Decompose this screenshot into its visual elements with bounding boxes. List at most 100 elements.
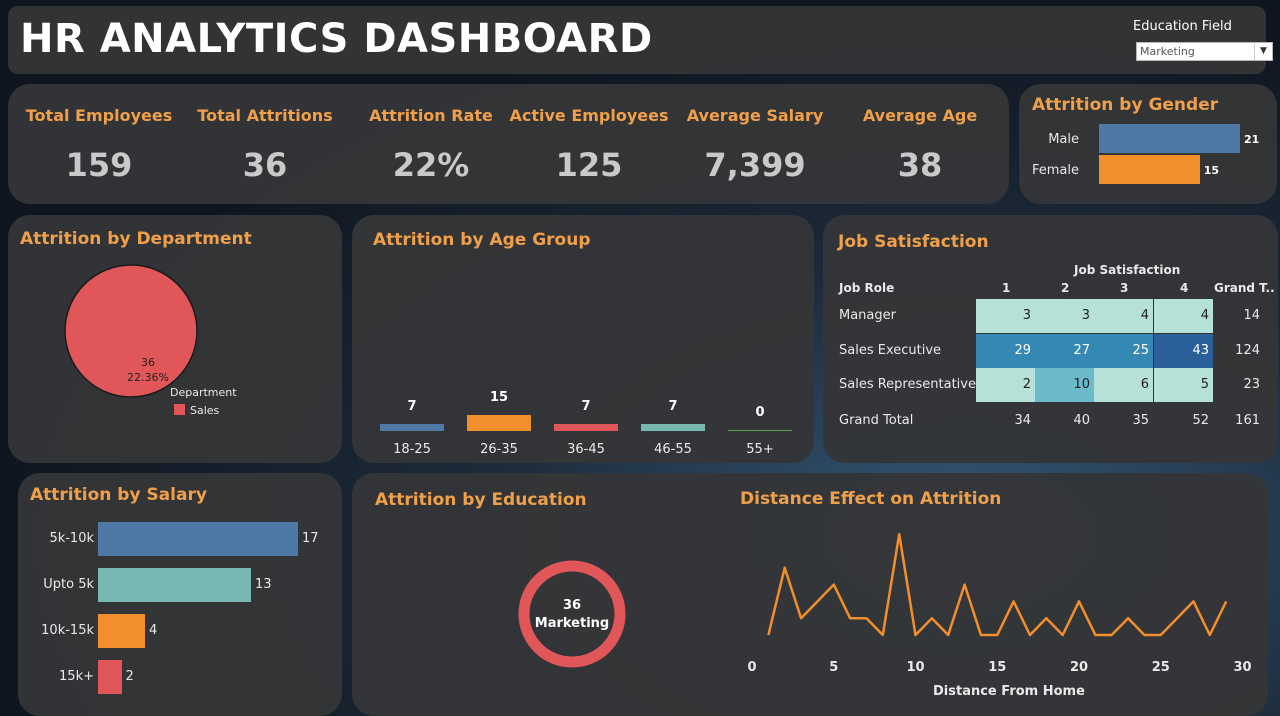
age-axis-label: 26-35	[480, 442, 518, 457]
gender-bar-value: 21	[1244, 133, 1260, 146]
heatmap-column-label: 2	[1061, 281, 1070, 295]
department-chart-panel: Attrition by Department 36 22.36% Depart…	[8, 215, 342, 463]
kpi-average-salary: Average Salary 7,399	[672, 84, 838, 204]
distance-x-tick: 20	[1069, 660, 1089, 675]
kpi-value: 125	[555, 146, 623, 184]
kpi-label: Active Employees	[509, 106, 669, 125]
age-group-chart-title: Attrition by Age Group	[373, 230, 591, 250]
heatmap-row-total: 23	[1243, 377, 1260, 392]
heatmap-cell[interactable]: 3	[1035, 299, 1094, 333]
heatmap-grand-total-value: 40	[1073, 413, 1090, 428]
heatmap-row-label: Sales Representative	[839, 377, 976, 392]
age-bar-36-45[interactable]	[554, 423, 618, 431]
salary-label-15k: 15k+	[59, 669, 94, 684]
legend-item-sales[interactable]: Sales	[190, 404, 220, 417]
heatmap-total-header: Grand T..	[1214, 281, 1275, 295]
donut-slice-marketing[interactable]	[518, 560, 626, 668]
salary-bar-upto-5k[interactable]	[98, 568, 251, 602]
chevron-down-icon[interactable]: ▼	[1254, 43, 1272, 60]
heatmap-grand-total-sum: 161	[1235, 413, 1260, 428]
kpi-average-age: Average Age 38	[837, 84, 1003, 204]
gender-bar-female[interactable]	[1099, 155, 1200, 184]
donut-center-value: 36	[562, 598, 582, 613]
age-bar-value: 7	[407, 398, 417, 414]
job-satisfaction-panel: Job Satisfaction Job Satisfaction Job Ro…	[823, 215, 1278, 463]
education-field-filter-label: Education Field	[1133, 19, 1232, 34]
kpi-total-employees: Total Employees 159	[16, 84, 182, 204]
distance-x-tick: 0	[747, 660, 757, 675]
age-bar-55[interactable]	[728, 430, 792, 431]
heatmap-grand-total-value: 52	[1192, 413, 1209, 428]
gender-label-male: Male	[1048, 132, 1079, 147]
department-pie-chart: 36 22.36% Department Sales	[64, 264, 237, 417]
salary-label-10k-15k: 10k-15k	[41, 623, 94, 638]
age-bar-value: 7	[668, 398, 678, 414]
heatmap-column-label: 4	[1180, 281, 1189, 295]
salary-bar-5k-10k[interactable]	[98, 522, 298, 556]
age-group-chart-panel: Attrition by Age Group 7 18-25 15 26-35 7 36-…	[352, 215, 814, 463]
heatmap-column-label: 3	[1120, 281, 1129, 295]
heatmap-cell[interactable]: 4	[1094, 299, 1153, 333]
heatmap-row-label: Manager	[839, 308, 896, 323]
distance-series-line[interactable]	[767, 532, 1228, 637]
education-distance-panel: Attrition by Education 36 Marketing Dist…	[352, 473, 1268, 716]
heatmap-cell[interactable]: 25	[1094, 334, 1153, 368]
kpi-value: 159	[65, 146, 133, 184]
education-field-selected-value: Marketing	[1140, 45, 1195, 58]
education-chart-title: Attrition by Education	[375, 490, 587, 510]
distance-x-tick: 25	[1151, 660, 1170, 675]
salary-bar-value: 2	[125, 669, 134, 684]
heatmap-grand-total-value: 35	[1132, 413, 1149, 428]
heatmap-cell[interactable]: 27	[1035, 334, 1094, 368]
gender-label-female: Female	[1031, 163, 1079, 178]
heatmap-column-label: 1	[1002, 281, 1011, 295]
heatmap-cell[interactable]: 6	[1094, 368, 1153, 402]
kpi-total-attritions: Total Attritions 36	[182, 84, 348, 204]
age-bar-value: 7	[581, 398, 591, 414]
heatmap-cell[interactable]: 10	[1035, 368, 1094, 402]
age-bar-46-55[interactable]	[641, 423, 705, 431]
salary-bar-15k[interactable]	[98, 660, 122, 694]
age-bar-18-25[interactable]	[380, 423, 444, 431]
heatmap-cell[interactable]: 3	[976, 299, 1035, 333]
heatmap-cell[interactable]: 5	[1154, 368, 1213, 402]
distance-x-tick: 5	[829, 660, 839, 675]
distance-x-tick: 15	[988, 660, 1007, 675]
salary-label-5k-10k: 5k-10k	[49, 531, 94, 546]
gender-bar-value: 15	[1203, 164, 1220, 177]
heatmap-grand-total-value: 34	[1014, 413, 1031, 428]
age-bar-value: 15	[489, 390, 509, 405]
kpi-value: 38	[897, 146, 943, 184]
education-field-dropdown[interactable]: Marketing ▼	[1136, 42, 1273, 61]
heatmap-cell[interactable]: 29	[976, 334, 1035, 368]
pie-label-value: 36	[141, 356, 155, 369]
heatmap-column-header: Job Satisfaction	[1074, 263, 1181, 277]
kpi-label: Attrition Rate	[369, 106, 493, 125]
distance-x-axis-label: Distance From Home	[933, 684, 1085, 699]
salary-label-upto-5k: Upto 5k	[43, 577, 94, 592]
age-bar-value: 0	[755, 405, 765, 420]
gender-bar-male[interactable]	[1099, 124, 1240, 153]
heatmap-cell[interactable]: 4	[1154, 299, 1213, 333]
pie-label-percent: 22.36%	[127, 371, 169, 384]
kpi-label: Average Age	[862, 106, 978, 125]
heatmap-row-header: Job Role	[839, 281, 895, 295]
kpi-value: 7,399	[704, 146, 806, 184]
education-donut-chart	[518, 560, 626, 668]
age-axis-label: 55+	[746, 442, 774, 457]
header-bar: HR ANALYTICS DASHBOARD Education Field M…	[8, 6, 1273, 74]
heatmap-cell[interactable]: 2	[976, 368, 1035, 402]
kpi-panel: Total Employees 159 Total Attritions 36 …	[8, 84, 1009, 204]
age-axis-label: 36-45	[567, 442, 605, 457]
age-axis-label: 46-55	[654, 442, 692, 457]
heatmap-cell[interactable]: 43	[1154, 334, 1213, 368]
kpi-label: Total Attritions	[197, 106, 333, 125]
age-bar-26-35[interactable]	[467, 415, 531, 431]
legend-swatch	[174, 404, 185, 415]
heatmap-row-total: 14	[1243, 308, 1260, 323]
salary-bar-10k-15k[interactable]	[98, 614, 146, 648]
distance-x-tick: 30	[1233, 660, 1252, 675]
salary-bar-value: 4	[149, 623, 158, 638]
job-satisfaction-title: Job Satisfaction	[838, 232, 989, 252]
distance-line-chart	[767, 532, 1228, 637]
